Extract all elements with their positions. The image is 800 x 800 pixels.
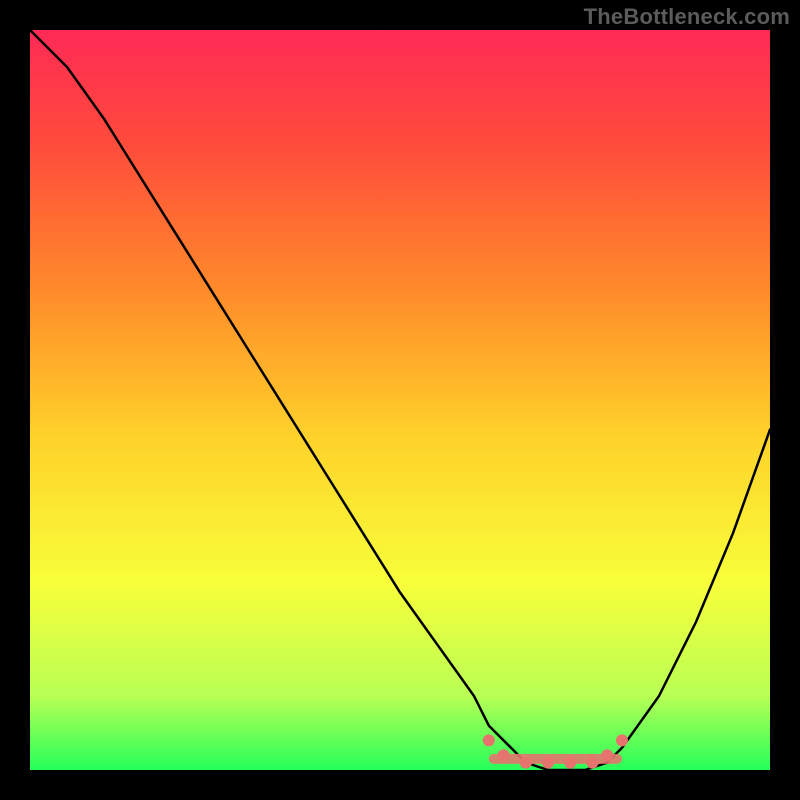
watermark-label: TheBottleneck.com: [584, 4, 790, 30]
chart-frame: TheBottleneck.com: [0, 0, 800, 800]
optimal-marker: [498, 749, 510, 761]
optimal-marker: [586, 757, 598, 769]
optimal-marker: [616, 734, 628, 746]
optimal-marker: [601, 749, 613, 761]
optimal-marker: [564, 757, 576, 769]
optimal-marker: [542, 757, 554, 769]
bottleneck-chart: [0, 0, 800, 800]
optimal-marker: [483, 734, 495, 746]
optimal-marker: [520, 757, 532, 769]
plot-background: [30, 30, 770, 770]
